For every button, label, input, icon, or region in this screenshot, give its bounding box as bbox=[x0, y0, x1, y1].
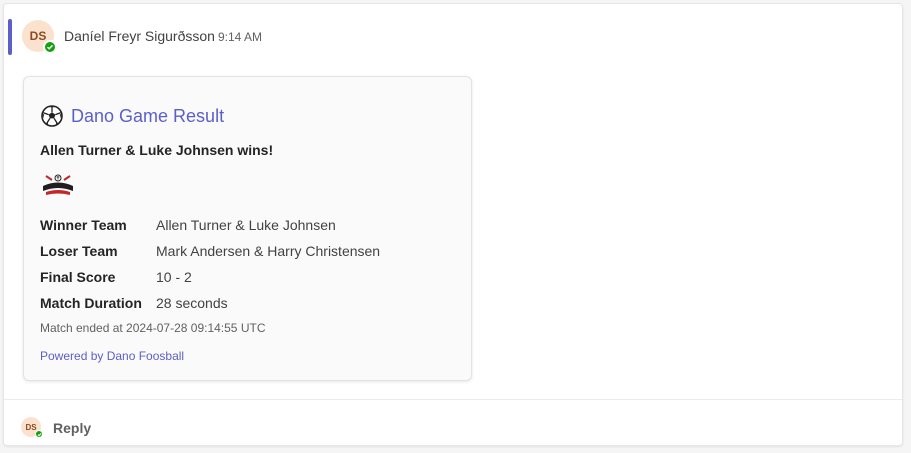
soccer-ball-icon bbox=[41, 105, 63, 127]
fact-row: Final Score 10 - 2 bbox=[40, 264, 380, 290]
sender-avatar[interactable]: DS bbox=[22, 20, 57, 54]
sender-name[interactable]: Daníel Freyr Sigurðsson bbox=[64, 28, 215, 44]
fact-key: Winner Team bbox=[40, 217, 127, 233]
dano-logo bbox=[43, 174, 73, 195]
reply-avatar: DS bbox=[21, 417, 43, 438]
fact-value: 28 seconds bbox=[156, 295, 228, 311]
message-accent-bar bbox=[8, 19, 12, 55]
fact-key: Loser Team bbox=[40, 243, 118, 259]
result-headline: Allen Turner & Luke Johnsen wins! bbox=[40, 142, 274, 158]
reply-button[interactable]: Reply bbox=[53, 420, 91, 436]
card-header: Dano Game Result bbox=[41, 105, 224, 127]
reply-avatar-initials: DS bbox=[25, 422, 37, 432]
powered-by-link[interactable]: Powered by Dano Foosball bbox=[40, 349, 184, 363]
reply-divider bbox=[4, 399, 902, 400]
fact-value: 10 - 2 bbox=[156, 269, 192, 285]
fact-set: Winner Team Allen Turner & Luke Johnsen … bbox=[40, 212, 380, 316]
presence-available-icon bbox=[43, 40, 57, 54]
fact-value: Mark Andersen & Harry Christensen bbox=[156, 243, 381, 259]
message-timestamp: 9:14 AM bbox=[218, 30, 263, 44]
fact-row: Match Duration 28 seconds bbox=[40, 290, 380, 316]
fact-key: Match Duration bbox=[40, 295, 142, 311]
fact-row: Winner Team Allen Turner & Luke Johnsen bbox=[40, 212, 380, 238]
card-title: Dano Game Result bbox=[71, 105, 225, 126]
sender-initials: DS bbox=[29, 29, 47, 43]
fact-value: Allen Turner & Luke Johnsen bbox=[156, 217, 336, 233]
message-thread: DS Daníel Freyr Sigurðsson 9:14 AM Dano … bbox=[3, 3, 903, 446]
fact-key: Final Score bbox=[40, 269, 116, 285]
presence-available-icon bbox=[35, 430, 43, 438]
match-ended-text: Match ended at 2024-07-28 09:14:55 UTC bbox=[40, 321, 266, 335]
adaptive-card: Dano Game Result Allen Turner & Luke Joh… bbox=[23, 76, 472, 381]
fact-row: Loser Team Mark Andersen & Harry Christe… bbox=[40, 238, 380, 264]
